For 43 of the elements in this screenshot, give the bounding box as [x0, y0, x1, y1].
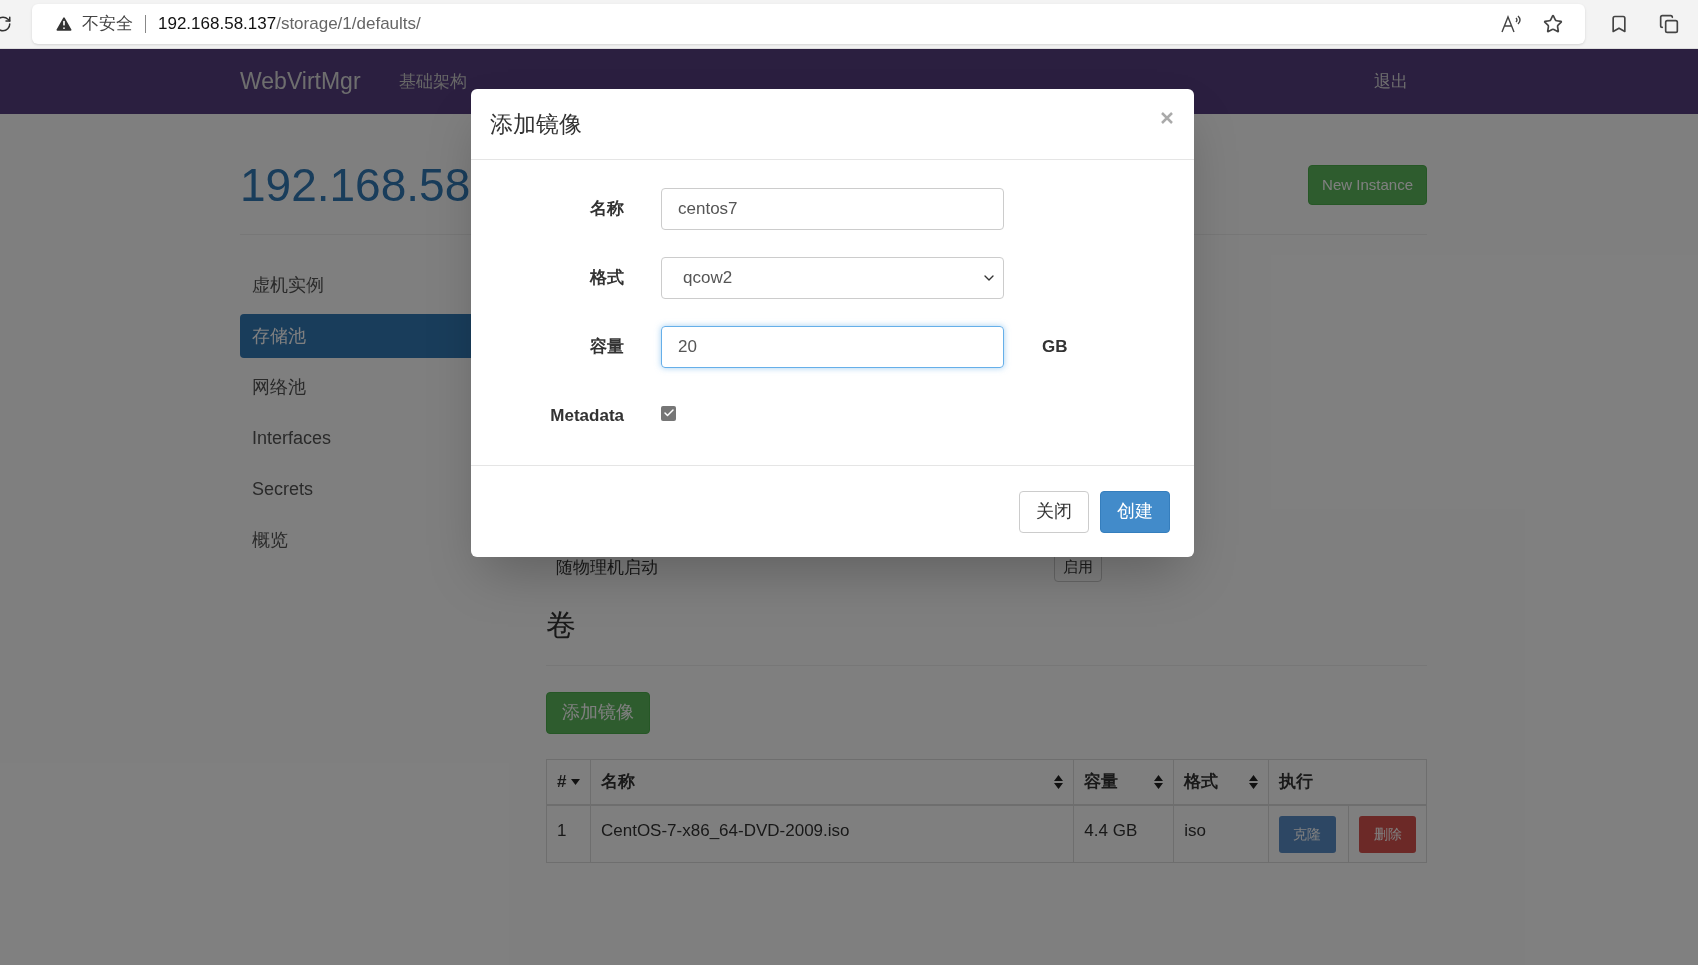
clone-button[interactable]: 克隆	[1278, 816, 1336, 853]
column-header[interactable]: 格式	[1173, 759, 1269, 805]
nav-link[interactable]: 基础架构	[398, 68, 467, 95]
field-label: Metadata	[549, 405, 624, 428]
field-label: 容量	[589, 336, 624, 359]
delete-button[interactable]: 删除	[1359, 816, 1416, 853]
column-header: 执行	[1268, 759, 1427, 805]
field-label: 名称	[589, 198, 624, 221]
input-field[interactable]: 20	[661, 326, 1004, 368]
logout-link[interactable]: 退出	[1374, 68, 1408, 95]
table-cell: 1	[546, 805, 591, 862]
table-cell: 4.4 GB	[1073, 805, 1174, 862]
field-label: 格式	[588, 267, 624, 290]
input-field[interactable]: centos7	[661, 188, 1004, 230]
collections-icon[interactable]	[1659, 14, 1679, 34]
sort-icon	[1154, 774, 1164, 789]
brand-logo[interactable]: WebVirtMgr	[240, 64, 361, 99]
add-favorite-icon[interactable]	[1543, 14, 1563, 34]
section-heading: 卷	[546, 607, 576, 641]
security-label: 不安全	[82, 13, 133, 36]
sort-descending-icon	[571, 778, 580, 785]
address-bar[interactable]: 不安全 192.168.58.137/storage/1/defaults/	[32, 4, 1585, 44]
column-header[interactable]: #	[546, 759, 591, 805]
page-title: 192.168.58	[240, 162, 471, 208]
warning-icon	[54, 14, 74, 34]
modal-title: 添加镜像	[490, 109, 582, 139]
column-header[interactable]: 名称	[590, 759, 1074, 805]
close-button[interactable]: 关闭	[1019, 490, 1089, 533]
sort-icon	[1054, 774, 1064, 789]
create-button[interactable]: 创建	[1100, 490, 1170, 533]
add-image-button[interactable]: 添加镜像	[546, 691, 650, 734]
table-cell: iso	[1173, 805, 1269, 862]
url-text: 192.168.58.137/storage/1/defaults/	[158, 13, 421, 36]
metadata-checkbox[interactable]	[661, 405, 676, 421]
favorites-icon[interactable]	[1609, 14, 1629, 34]
format-select[interactable]: qcow2	[661, 257, 1004, 299]
table-cell: CentOS-7-x86_64-DVD-2009.iso	[590, 805, 1074, 862]
column-header[interactable]: 容量	[1073, 759, 1174, 805]
read-aloud-icon[interactable]	[1501, 15, 1521, 33]
new-instance-button[interactable]: New Instance	[1308, 164, 1427, 206]
sort-icon	[1248, 774, 1258, 789]
autostart-label: 随物理机启动	[556, 556, 658, 579]
unit-label: GB	[1042, 336, 1068, 359]
